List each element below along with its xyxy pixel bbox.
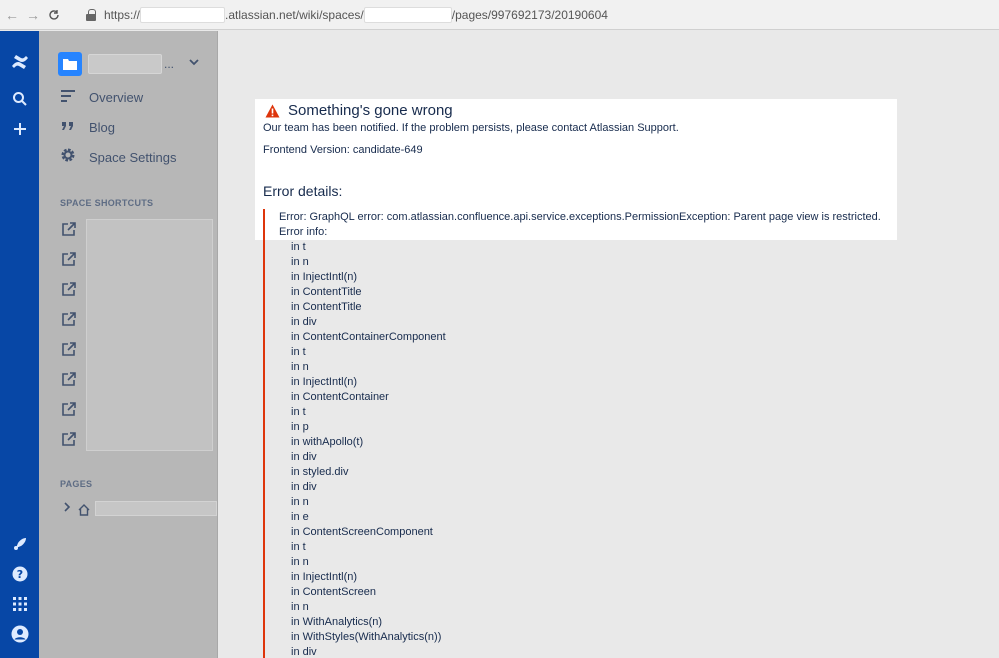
- overview-icon: [58, 89, 78, 106]
- app-switcher-icon[interactable]: [0, 589, 39, 619]
- address-bar[interactable]: https:// .atlassian.net/wiki/spaces/ /pa…: [72, 0, 608, 30]
- sidebar-item-label: Space Settings: [89, 149, 177, 165]
- stack-frame: in WithStyles(WithAnalytics(n)): [291, 631, 442, 643]
- stack-frame: in ContentContainerComponent: [291, 331, 446, 343]
- blog-quote-icon: [58, 119, 78, 136]
- search-icon[interactable]: [0, 84, 39, 114]
- sidebar-item-overview[interactable]: Overview: [58, 86, 143, 108]
- stack-frame: in div: [291, 481, 317, 493]
- error-line: Error: GraphQL error: com.atlassian.conf…: [279, 211, 881, 223]
- confluence-logo-icon[interactable]: [0, 47, 39, 77]
- stack-frame: in n: [291, 256, 309, 268]
- redacted-space-name: [88, 54, 162, 74]
- sidebar-item-blog[interactable]: Blog: [58, 116, 115, 138]
- redacted-space-key: [363, 6, 452, 23]
- external-link-icon[interactable]: [62, 402, 76, 416]
- stack-frame: in ContentTitle: [291, 286, 362, 298]
- stack-frame: in ContentTitle: [291, 301, 362, 313]
- reload-icon[interactable]: [42, 0, 66, 30]
- profile-icon[interactable]: [0, 619, 39, 649]
- stack-frame: in ContentScreen: [291, 586, 376, 598]
- stack-frame: in e: [291, 511, 309, 523]
- stack-trace-accent-bar: [263, 209, 265, 658]
- rocket-icon[interactable]: [0, 529, 39, 559]
- stack-frame: in t: [291, 406, 306, 418]
- external-link-icon[interactable]: [62, 282, 76, 296]
- stack-frame: in t: [291, 541, 306, 553]
- error-message: Our team has been notified. If the probl…: [263, 122, 679, 134]
- back-arrow-icon[interactable]: ←: [0, 0, 24, 30]
- create-icon[interactable]: [0, 114, 39, 144]
- error-details-heading: Error details:: [263, 183, 343, 199]
- stack-frame: in InjectIntl(n): [291, 271, 358, 283]
- space-shortcuts-heading: SPACE SHORTCUTS: [60, 198, 154, 208]
- stack-frame: in n: [291, 361, 309, 373]
- stack-frame: in withApollo(t): [291, 436, 364, 448]
- warning-icon: [265, 104, 280, 118]
- frontend-version: Frontend Version: candidate-649: [263, 144, 423, 156]
- error-info-label: Error info:: [279, 226, 328, 238]
- browser-toolbar: ← → https:// .atlassian.net/wiki/spaces/…: [0, 0, 999, 30]
- external-link-icon[interactable]: [62, 312, 76, 326]
- space-avatar: [58, 52, 82, 76]
- stack-frame: in ContentScreenComponent: [291, 526, 433, 538]
- chevron-right-icon[interactable]: [63, 502, 73, 515]
- url-prefix: https://: [104, 7, 141, 22]
- sidebar-item-space-settings[interactable]: Space Settings: [58, 146, 176, 168]
- stack-frame: in n: [291, 556, 309, 568]
- sidebar-item-label: Overview: [89, 89, 144, 105]
- home-icon: [78, 503, 90, 516]
- external-link-icon[interactable]: [62, 432, 76, 446]
- stack-frame: in p: [291, 421, 309, 433]
- external-link-icon[interactable]: [62, 342, 76, 356]
- gear-icon: [58, 147, 78, 167]
- external-link-icon[interactable]: [62, 252, 76, 266]
- stack-frame: in styled.div: [291, 466, 349, 478]
- stack-frame: in t: [291, 346, 306, 358]
- lock-icon: [86, 8, 96, 21]
- space-name-ellipsis: ...: [164, 57, 175, 71]
- stack-frame: in n: [291, 601, 309, 613]
- page-tree-root[interactable]: [63, 501, 217, 516]
- error-title-row: Something's gone wrong: [265, 102, 453, 119]
- stack-frame: in div: [291, 316, 317, 328]
- external-link-icon[interactable]: [62, 222, 76, 236]
- stack-frame: in WithAnalytics(n): [291, 616, 383, 628]
- sidebar-item-label: Blog: [89, 119, 116, 135]
- svg-text:?: ?: [16, 568, 22, 581]
- url-suffix: /pages/997692173/20190604: [451, 7, 608, 22]
- stack-frame: in ContentContainer: [291, 391, 389, 403]
- global-navigation: ?: [0, 31, 39, 658]
- external-link-icon[interactable]: [62, 372, 76, 386]
- error-title: Something's gone wrong: [288, 102, 453, 119]
- stack-frame: in t: [291, 241, 306, 253]
- help-icon[interactable]: ?: [0, 559, 39, 589]
- stack-frame: in n: [291, 496, 309, 508]
- pages-heading: PAGES: [60, 479, 93, 489]
- redacted-page-title: [95, 501, 217, 516]
- stack-frame: in div: [291, 451, 317, 463]
- space-sidebar: ... Overview Blog Space Settings SPACE S…: [39, 31, 218, 658]
- url-domain: .atlassian.net/wiki/spaces/: [225, 7, 364, 22]
- chevron-down-icon[interactable]: [189, 57, 199, 69]
- redacted-shortcut-list: [86, 219, 213, 451]
- stack-frame: in InjectIntl(n): [291, 571, 358, 583]
- stack-frame: in div: [291, 646, 317, 658]
- redacted-subdomain: [140, 6, 226, 23]
- stack-frame: in InjectIntl(n): [291, 376, 358, 388]
- space-header[interactable]: ...: [58, 52, 174, 76]
- forward-arrow-icon[interactable]: →: [24, 0, 42, 30]
